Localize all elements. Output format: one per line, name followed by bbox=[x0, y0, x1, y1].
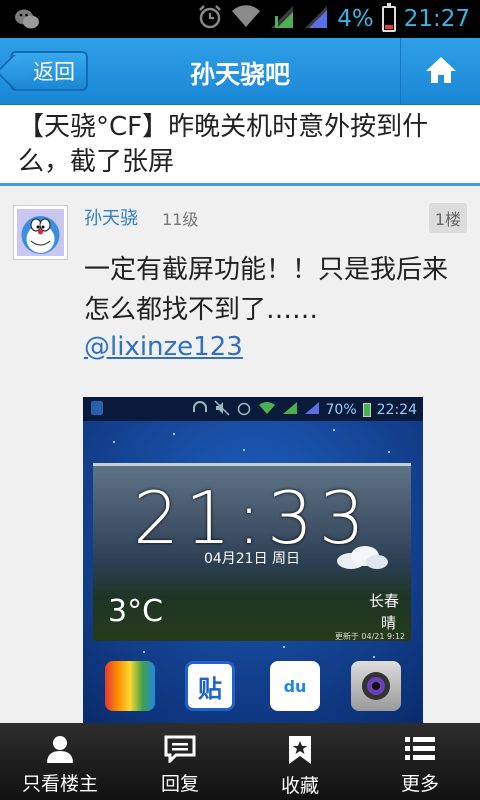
battery-percent: 4% bbox=[337, 6, 374, 32]
alarm-icon bbox=[197, 4, 223, 34]
screenshot-status-bar: 70% 22:24 bbox=[83, 397, 423, 421]
post-content: 一定有截屏功能！！只是我后来怎么都找不到了…… bbox=[84, 255, 449, 325]
widget-city: 长春 bbox=[368, 592, 399, 610]
avatar[interactable] bbox=[13, 205, 68, 260]
status-bar: 4% 21:27 bbox=[0, 0, 480, 38]
tab-label-reply: 回复 bbox=[160, 773, 199, 795]
tab-label-only-author: 只看楼主 bbox=[21, 773, 98, 795]
user-icon bbox=[47, 736, 73, 763]
headphone-icon bbox=[192, 400, 208, 420]
app-header: 返回 孙天骁吧 bbox=[0, 38, 480, 105]
notification-icon bbox=[91, 401, 103, 415]
bookmark-icon bbox=[289, 736, 311, 764]
wechat-icon bbox=[14, 8, 40, 34]
wifi-icon bbox=[231, 5, 261, 33]
status-time: 21:27 bbox=[403, 6, 470, 32]
signal-icon-2 bbox=[303, 4, 329, 34]
user-level: 11级 bbox=[162, 210, 199, 229]
signal-icon bbox=[269, 4, 295, 34]
app-icon-camera bbox=[351, 661, 401, 711]
widget-updated: 更新于 04/21 9:12 bbox=[334, 632, 405, 641]
wifi-icon-small bbox=[258, 401, 276, 419]
cloud-icon bbox=[337, 546, 388, 569]
bottom-bar: 只看楼主 回复 收藏 更多 bbox=[0, 723, 480, 800]
clock-weather-widget: 21:33 04月21日 周日 3°C 长春 晴 更新于 04/21 9:12 bbox=[93, 463, 411, 641]
tab-label-more: 更多 bbox=[400, 773, 439, 795]
signal-icon-small bbox=[282, 401, 298, 419]
app-icon-books bbox=[105, 661, 155, 711]
tab-bookmark[interactable]: 收藏 bbox=[240, 723, 360, 800]
signal-icon-small-2 bbox=[304, 401, 320, 419]
post-image[interactable]: 70% 22:24 21:33 04月21日 周日 3°C 长春 晴 更新于 0… bbox=[83, 397, 423, 727]
avatar-image bbox=[17, 209, 64, 256]
tab-label-bookmark: 收藏 bbox=[280, 775, 319, 797]
widget-weather: 晴 bbox=[380, 614, 396, 632]
floor-badge: 1楼 bbox=[428, 203, 467, 233]
author-name[interactable]: 孙天骁 bbox=[84, 204, 138, 230]
home-button[interactable] bbox=[400, 38, 480, 105]
reply-icon bbox=[164, 735, 196, 763]
camera-icon bbox=[362, 672, 390, 700]
app-icon-tieba: 贴 bbox=[185, 661, 235, 711]
alarm-icon-small bbox=[236, 400, 252, 420]
list-icon bbox=[405, 737, 435, 760]
app-icon-baidu: du bbox=[270, 661, 320, 711]
widget-temperature: 3°C bbox=[108, 594, 164, 629]
mute-icon bbox=[213, 400, 230, 420]
screenshot-battery-percent: 70% bbox=[325, 402, 357, 418]
battery-icon bbox=[381, 3, 396, 32]
tab-only-author[interactable]: 只看楼主 bbox=[0, 723, 120, 800]
tab-reply[interactable]: 回复 bbox=[120, 723, 240, 800]
screenshot-status-time: 22:24 bbox=[376, 402, 417, 418]
post-title: 【天骁°CF】昨晚关机时意外按到什么，截了张屏 bbox=[0, 105, 480, 186]
home-icon bbox=[424, 55, 458, 89]
mention-link[interactable]: @lixinze123 bbox=[84, 332, 243, 362]
tab-more[interactable]: 更多 bbox=[360, 723, 480, 800]
screenshot-battery-icon bbox=[362, 403, 371, 417]
